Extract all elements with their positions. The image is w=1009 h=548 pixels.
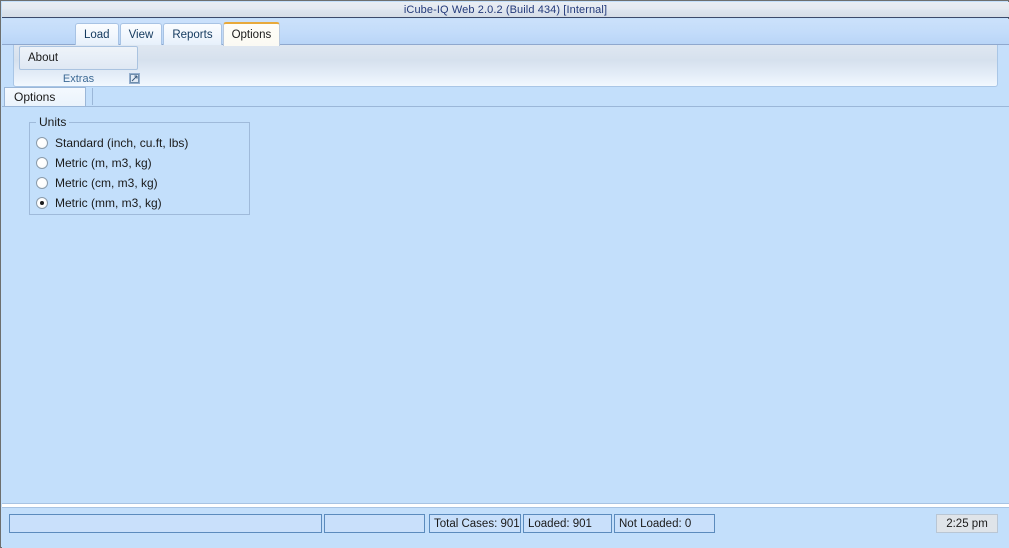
- ribbon-panel: About Extras: [13, 45, 998, 87]
- radio-icon: [36, 137, 48, 149]
- status-panel-message: [9, 514, 322, 533]
- radio-metric-m[interactable]: Metric (m, m3, kg): [36, 153, 244, 173]
- ribbon-tab-list: Load View Reports Options: [75, 22, 281, 46]
- about-button-label: About: [28, 52, 59, 64]
- ribbon-tab-strip: Load View Reports Options: [2, 19, 1009, 46]
- units-radio-group: Standard (inch, cu.ft, lbs) Metric (m, m…: [36, 133, 244, 213]
- about-button[interactable]: About: [19, 46, 138, 70]
- radio-metric-cm[interactable]: Metric (cm, m3, kg): [36, 173, 244, 193]
- radio-metric-m-label: Metric (m, m3, kg): [55, 156, 152, 170]
- status-panel-not-loaded: Not Loaded: 0: [614, 514, 715, 533]
- status-panel-total-cases: Total Cases: 901: [429, 514, 521, 533]
- radio-metric-cm-label: Metric (cm, m3, kg): [55, 176, 158, 190]
- ribbon-tab-view[interactable]: View: [119, 23, 163, 45]
- sub-tab-options-label: Options: [14, 90, 56, 104]
- radio-standard-inch-cuft-lbs[interactable]: Standard (inch, cu.ft, lbs): [36, 133, 244, 153]
- title-bar: iCube-IQ Web 2.0.2 (Build 434) [Internal…: [2, 2, 1009, 18]
- window-title: iCube-IQ Web 2.0.2 (Build 434) [Internal…: [403, 3, 608, 16]
- ribbon-tab-load-label: Load: [84, 28, 110, 41]
- ribbon-tab-options[interactable]: Options: [222, 22, 281, 46]
- radio-icon: [36, 177, 48, 189]
- ribbon-tab-reports[interactable]: Reports: [163, 23, 222, 45]
- sub-tab-strip: Options: [2, 87, 1009, 107]
- ribbon-tab-reports-label: Reports: [172, 28, 213, 41]
- ribbon-tab-options-label: Options: [231, 29, 272, 41]
- dialog-launcher-icon[interactable]: [129, 73, 140, 84]
- status-clock: 2:25 pm: [936, 514, 998, 533]
- ribbon-group-extras-footer: Extras: [19, 72, 140, 86]
- ribbon-body: About Extras: [2, 45, 1009, 89]
- sub-tab-divider: [92, 88, 93, 105]
- units-groupbox-title: Units: [36, 115, 70, 129]
- status-panel-loaded: Loaded: 901: [523, 514, 612, 533]
- window-frame: iCube-IQ Web 2.0.2 (Build 434) [Internal…: [0, 0, 1009, 548]
- ribbon-group-extras: About Extras: [19, 45, 140, 87]
- radio-standard-label: Standard (inch, cu.ft, lbs): [55, 136, 189, 150]
- radio-icon: [36, 157, 48, 169]
- application-window: iCube-IQ Web 2.0.2 (Build 434) [Internal…: [0, 0, 1009, 548]
- radio-metric-mm[interactable]: Metric (mm, m3, kg): [36, 193, 244, 213]
- options-panel: Units Standard (inch, cu.ft, lbs) Metric…: [2, 107, 1009, 503]
- radio-icon-selected: [36, 197, 48, 209]
- ribbon-tab-load[interactable]: Load: [75, 23, 119, 45]
- sub-tab-options[interactable]: Options: [4, 87, 86, 106]
- ribbon-tab-view-label: View: [128, 28, 154, 41]
- units-groupbox: Units Standard (inch, cu.ft, lbs) Metric…: [29, 115, 250, 215]
- status-bar: Total Cases: 901 Loaded: 901 Not Loaded:…: [2, 508, 1009, 548]
- ribbon-group-extras-label: Extras: [62, 72, 95, 85]
- radio-metric-mm-label: Metric (mm, m3, kg): [55, 196, 162, 210]
- status-panel-secondary: [324, 514, 425, 533]
